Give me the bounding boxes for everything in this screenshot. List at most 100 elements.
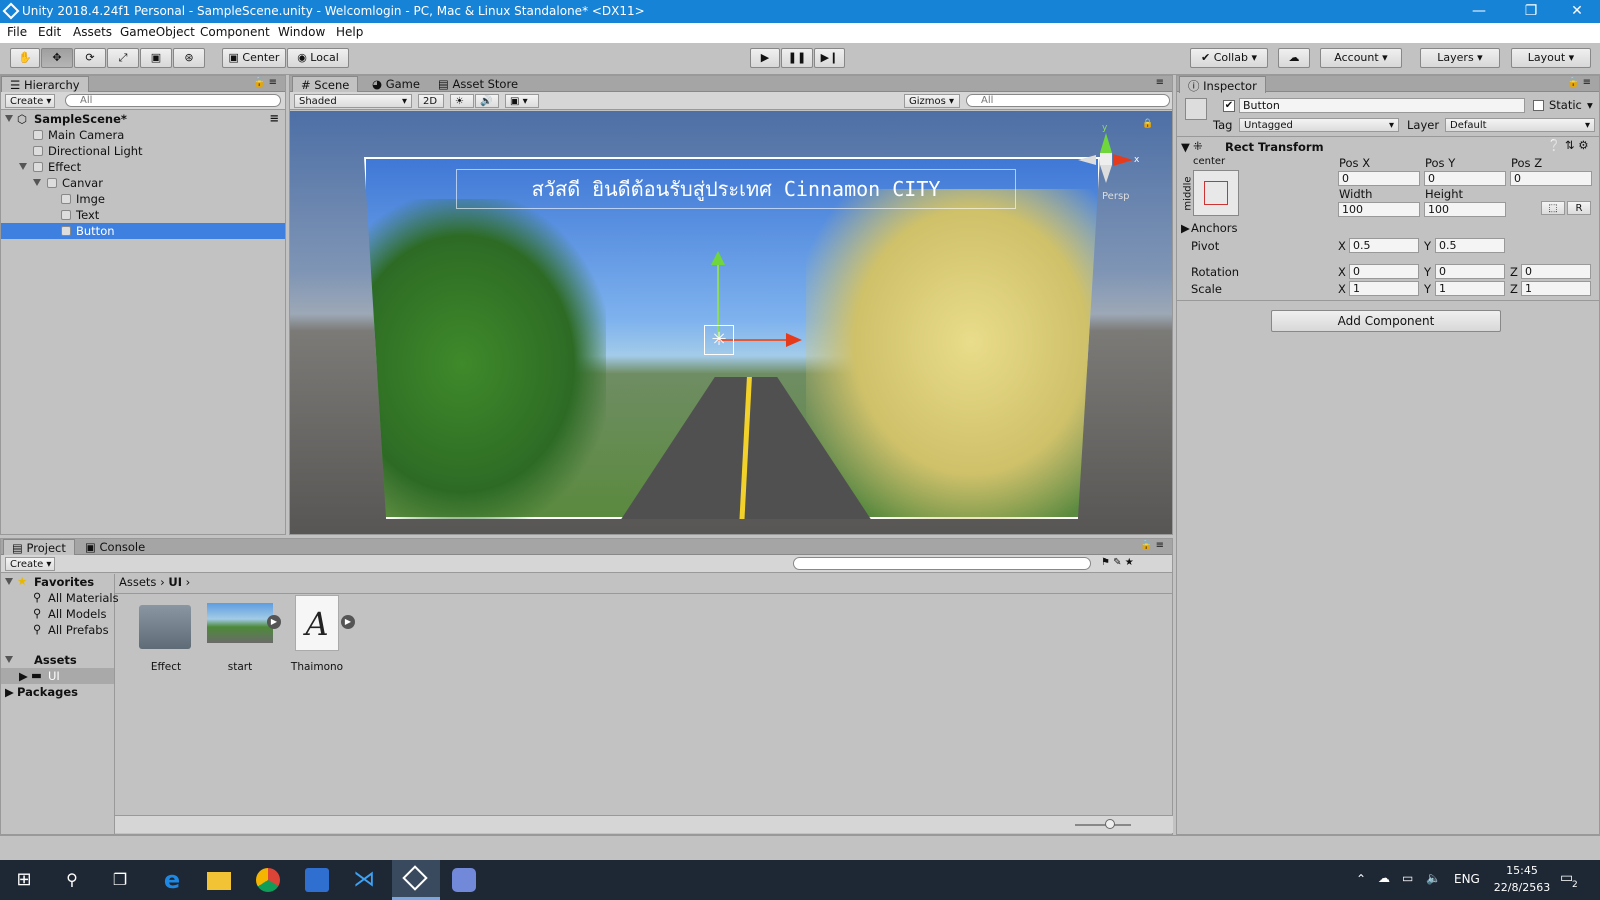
maximize-button[interactable]: ❐: [1508, 0, 1554, 23]
project-search-input[interactable]: [793, 557, 1091, 570]
menu-help[interactable]: Help: [336, 25, 363, 39]
chrome-icon[interactable]: [256, 868, 280, 892]
width-field[interactable]: 100: [1338, 202, 1420, 217]
static-dropdown-icon[interactable]: ▾: [1587, 98, 1593, 112]
close-button[interactable]: ✕: [1554, 0, 1600, 23]
expand-arrow-icon[interactable]: [33, 179, 41, 186]
account-dropdown[interactable]: Account ▾: [1320, 48, 1402, 68]
component-settings-icon[interactable]: ❔ ⇅ ⚙: [1547, 138, 1589, 152]
height-field[interactable]: 100: [1424, 202, 1506, 217]
windows-start-icon[interactable]: ⊞: [12, 868, 36, 892]
favorite-item[interactable]: ⚲ All Materials: [1, 590, 119, 606]
pause-button[interactable]: ❚❚: [781, 48, 813, 68]
hierarchy-item-text[interactable]: Text: [1, 207, 285, 223]
search-icon[interactable]: ⚲: [60, 868, 84, 892]
scale-tool-icon[interactable]: ⤢: [107, 48, 139, 68]
expand-arrow-icon[interactable]: [5, 578, 13, 585]
rotation-z-field[interactable]: 0: [1521, 264, 1591, 279]
favorites-row[interactable]: ★ Favorites: [1, 574, 114, 590]
hierarchy-item-canvar[interactable]: Canvar: [1, 175, 285, 191]
object-name-field[interactable]: Button: [1239, 98, 1525, 113]
tag-dropdown[interactable]: Untagged ▾: [1239, 118, 1399, 132]
taskbar-unity-active[interactable]: [392, 860, 440, 900]
discord-icon[interactable]: [452, 868, 476, 892]
network-app-icon[interactable]: [305, 868, 329, 892]
expand-arrow-icon[interactable]: [5, 656, 13, 663]
blueprint-mode-icon[interactable]: ⬚: [1541, 201, 1565, 215]
menu-edit[interactable]: Edit: [38, 25, 61, 39]
scene-orientation-gizmo[interactable]: y x Persp: [1072, 119, 1142, 202]
anchors-expand-arrow-icon[interactable]: ▶: [1181, 221, 1190, 235]
hierarchy-item-effect[interactable]: Effect: [1, 159, 285, 175]
pivot-center-toggle[interactable]: ▣ Center: [222, 48, 286, 68]
asset-folder-effect[interactable]: Effect: [135, 599, 197, 679]
transform-tool-icon[interactable]: ⊛: [173, 48, 205, 68]
asset-image-start[interactable]: ▶ start: [207, 599, 285, 679]
packages-row[interactable]: ▶ Packages: [1, 684, 114, 700]
scene-menu-icon[interactable]: ≡: [269, 111, 279, 125]
rect-tool-icon[interactable]: ▣: [140, 48, 172, 68]
tab-hierarchy[interactable]: ☰ Hierarchy: [1, 76, 89, 93]
tab-asset-store[interactable]: ▤ Asset Store: [430, 76, 526, 93]
filter-icons[interactable]: ⚑ ✎ ★: [1101, 557, 1134, 568]
clock-date[interactable]: 22/8/2563: [1488, 881, 1556, 894]
tray-network-icon[interactable]: ▭: [1402, 871, 1413, 885]
zoom-slider-thumb[interactable]: [1105, 819, 1115, 829]
cloud-icon[interactable]: ☁: [1278, 48, 1310, 68]
pivot-x-field[interactable]: 0.5: [1349, 238, 1419, 253]
expand-asset-icon[interactable]: ▶: [267, 615, 281, 629]
menu-component[interactable]: Component: [200, 25, 270, 39]
layout-dropdown[interactable]: Layout ▾: [1511, 48, 1591, 68]
expand-asset-icon[interactable]: ▶: [341, 615, 355, 629]
tray-cloud-icon[interactable]: ☁: [1378, 871, 1390, 885]
layers-dropdown[interactable]: Layers ▾: [1420, 48, 1500, 68]
task-view-icon[interactable]: ❐: [108, 868, 132, 892]
breadcrumb-ui[interactable]: UI: [168, 575, 182, 589]
component-collapse-arrow-icon[interactable]: ▼: [1181, 140, 1190, 154]
raw-edit-button[interactable]: R: [1567, 201, 1591, 215]
favorite-item[interactable]: ⚲ All Models: [1, 606, 114, 622]
expand-arrow-icon[interactable]: [19, 163, 27, 170]
project-create-dropdown[interactable]: Create ▾: [5, 557, 55, 571]
pos-x-field[interactable]: 0: [1338, 171, 1420, 186]
asset-font-thaimono[interactable]: A ▶ Thaimono: [291, 595, 369, 679]
tab-inspector[interactable]: ⓘ Inspector: [1179, 76, 1266, 93]
collab-dropdown[interactable]: ✔ Collab ▾: [1190, 48, 1268, 68]
hand-tool-icon[interactable]: ✋: [10, 48, 40, 68]
panel-menu-icon[interactable]: 🔒 ≡: [253, 77, 277, 88]
play-button[interactable]: ▶: [750, 48, 780, 68]
hierarchy-item-imge[interactable]: Imge: [1, 191, 285, 207]
panel-menu-icon[interactable]: 🔒 ≡: [1140, 540, 1164, 551]
rotation-x-field[interactable]: 0: [1349, 264, 1419, 279]
tray-volume-icon[interactable]: 🔈: [1426, 871, 1441, 885]
static-checkbox[interactable]: [1533, 100, 1544, 111]
hierarchy-search-input[interactable]: All: [65, 94, 281, 107]
tab-project[interactable]: ▤ Project: [3, 539, 75, 556]
favorite-item[interactable]: ⚲ All Prefabs: [1, 622, 114, 638]
selected-button-handle-icon[interactable]: ✳: [704, 325, 734, 355]
effects-dropdown-icon[interactable]: ▣ ▾: [505, 94, 539, 108]
scene-viewport[interactable]: สวัสดี ยินดีต้อนรับสู่ประเทศ Cinnamon CI…: [290, 111, 1172, 534]
breadcrumb-assets[interactable]: Assets: [119, 575, 156, 589]
pivot-y-field[interactable]: 0.5: [1435, 238, 1505, 253]
tab-game[interactable]: ◕ Game: [364, 76, 428, 93]
hierarchy-item-button[interactable]: Button: [1, 223, 285, 239]
shading-mode-dropdown[interactable]: Shaded ▾: [294, 94, 412, 108]
scale-y-field[interactable]: 1: [1435, 281, 1505, 296]
active-checkbox[interactable]: ✔: [1223, 100, 1235, 112]
hierarchy-create-dropdown[interactable]: Create ▾: [5, 94, 55, 108]
collapse-arrow-icon[interactable]: ▶: [5, 685, 14, 699]
assets-root-row[interactable]: Assets: [1, 652, 114, 668]
pos-y-field[interactable]: 0: [1424, 171, 1506, 186]
gizmo-x-arrow-icon[interactable]: [786, 333, 802, 347]
menu-assets[interactable]: Assets: [73, 25, 112, 39]
minimize-button[interactable]: —: [1456, 0, 1502, 23]
clock-time[interactable]: 15:45: [1500, 864, 1544, 877]
lock-icon[interactable]: 🔒: [1142, 119, 1153, 129]
menu-file[interactable]: File: [7, 25, 27, 39]
add-component-button[interactable]: Add Component: [1271, 310, 1501, 332]
hierarchy-item-directional-light[interactable]: Directional Light: [1, 143, 285, 159]
layer-dropdown[interactable]: Default ▾: [1445, 118, 1595, 132]
gizmos-dropdown[interactable]: Gizmos ▾: [904, 94, 960, 108]
scale-z-field[interactable]: 1: [1521, 281, 1591, 296]
